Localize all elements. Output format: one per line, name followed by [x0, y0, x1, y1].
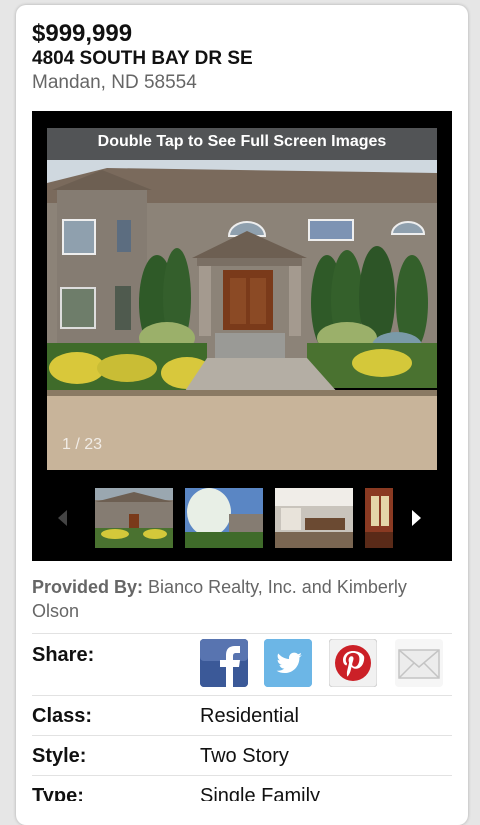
interior-thumb[interactable]: [365, 488, 393, 548]
kitchen-thumb[interactable]: [275, 488, 353, 548]
share-row: Share:: [32, 633, 452, 696]
house-front-thumb[interactable]: [95, 488, 173, 548]
photo-counter: 1 / 23: [62, 436, 103, 453]
pinterest-share-button[interactable]: [328, 638, 378, 688]
type-value: Single Family: [200, 785, 321, 801]
listing-city: Mandan, ND 58554: [32, 72, 197, 93]
house-trees-thumb[interactable]: [185, 488, 263, 548]
pinterest-icon: [328, 638, 378, 688]
photo-gallery: Double Tap to See Full Screen Images 1 /…: [32, 111, 452, 561]
provided-by: Provided By: Bianco Realty, Inc. and Kim…: [32, 575, 452, 623]
email-share-button[interactable]: [395, 639, 443, 687]
next-thumbnails-arrow-icon[interactable]: [412, 510, 421, 526]
prev-thumbnails-arrow-icon[interactable]: [58, 510, 67, 526]
full-screen-hint: Double Tap to See Full Screen Images: [47, 128, 437, 160]
detail-row-class: Class: Residential: [32, 695, 452, 736]
facebook-share-button[interactable]: [200, 639, 248, 687]
class-value: Residential: [200, 705, 299, 727]
email-icon: [395, 639, 443, 687]
style-value: Two Story: [200, 745, 289, 767]
style-label: Style:: [32, 745, 87, 767]
class-label: Class:: [32, 705, 93, 727]
twitter-icon: [264, 639, 312, 687]
type-label: Type:: [32, 785, 84, 801]
twitter-share-button[interactable]: [264, 639, 312, 687]
share-label: Share:: [32, 644, 95, 666]
detail-row-style: Style: Two Story: [32, 735, 452, 776]
listing-street: 4804 SOUTH BAY DR SE: [32, 48, 253, 69]
main-photo[interactable]: [47, 128, 437, 470]
thumbnail-strip: [32, 488, 452, 550]
detail-row-type: Type: Single Family: [32, 775, 452, 801]
facebook-icon: [200, 639, 248, 687]
listing-price: $999,999: [32, 20, 133, 47]
provided-by-label: Provided By:: [32, 577, 144, 597]
